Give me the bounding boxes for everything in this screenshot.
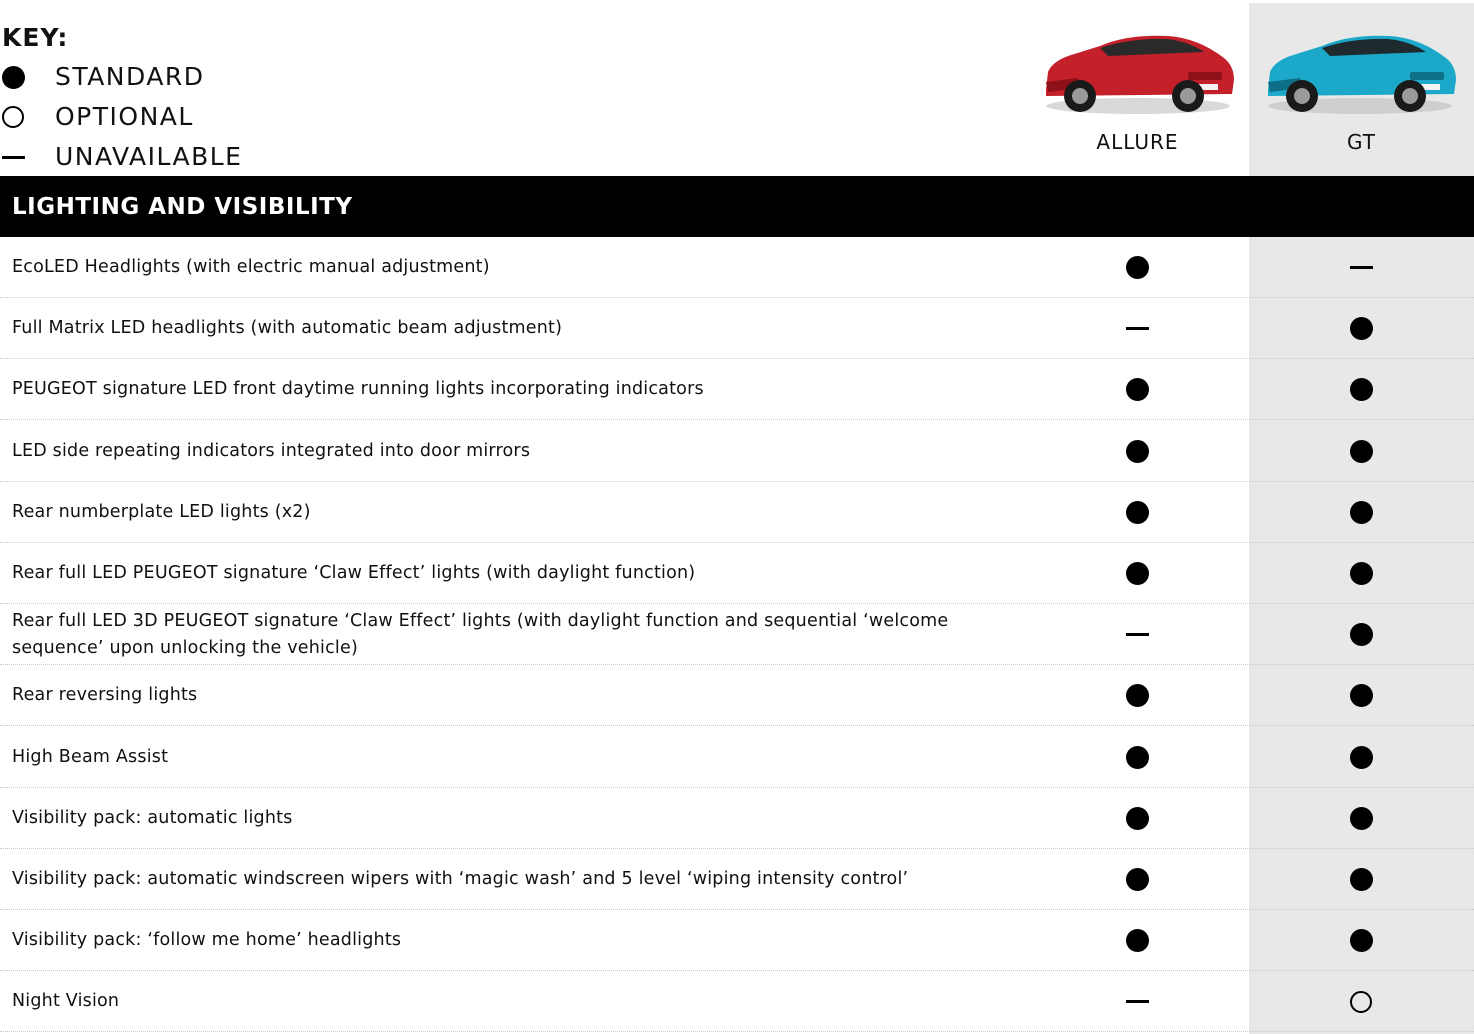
feature-label: PEUGEOT signature LED front daytime runn… xyxy=(12,379,704,400)
key-label: OPTIONAL xyxy=(55,102,194,131)
key-legend: KEY: xyxy=(2,24,68,52)
standard-dot-icon xyxy=(1125,378,1149,402)
table-row: Rear full LED 3D PEUGEOT signature ‘Claw… xyxy=(0,604,1474,666)
standard-dot-icon xyxy=(1125,745,1149,769)
standard-dot-icon xyxy=(2,65,25,89)
allure-availability-cell xyxy=(1117,604,1157,665)
standard-dot-icon xyxy=(1349,745,1373,769)
table-row: EcoLED Headlights (with electric manual … xyxy=(0,237,1474,298)
table-row: Rear numberplate LED lights (x2) xyxy=(0,482,1474,543)
unavailable-dash-icon xyxy=(1349,266,1373,269)
feature-label: Full Matrix LED headlights (with automat… xyxy=(12,318,563,339)
table-row: Rear full LED PEUGEOT signature ‘Claw Ef… xyxy=(0,543,1474,604)
gt-availability-cell xyxy=(1341,788,1381,849)
table-row: Rear reversing lights xyxy=(0,665,1474,727)
table-row: Visibility pack: automatic windscreen wi… xyxy=(0,849,1474,910)
gt-availability-cell xyxy=(1341,849,1381,910)
column-header-allure: ALLURE xyxy=(1096,130,1179,154)
gt-car-image xyxy=(1268,35,1456,114)
feature-label: Visibility pack: automatic windscreen wi… xyxy=(12,869,909,889)
allure-availability-cell xyxy=(1117,298,1157,359)
standard-dot-icon xyxy=(1349,500,1373,524)
column-header-gt: GT xyxy=(1346,130,1376,154)
gt-availability-cell xyxy=(1341,298,1381,359)
feature-label: Visibility pack: ‘follow me home’ headli… xyxy=(12,930,402,951)
standard-dot-icon xyxy=(1349,806,1373,830)
standard-dot-icon xyxy=(1125,868,1149,891)
standard-dot-icon xyxy=(1349,378,1373,402)
key-label: UNAVAILABLE xyxy=(55,142,243,171)
table-row: LED side repeating indicators integrated… xyxy=(0,421,1474,482)
allure-availability-cell xyxy=(1117,359,1157,420)
gt-availability-cell xyxy=(1341,421,1381,482)
section-title: LIGHTING AND VISIBILITY xyxy=(12,194,353,220)
standard-dot-icon xyxy=(1349,929,1373,953)
standard-dot-icon xyxy=(1349,439,1373,463)
feature-label: Rear reversing lights xyxy=(12,685,198,706)
section-header: LIGHTING AND VISIBILITY xyxy=(0,176,1474,237)
gt-availability-cell xyxy=(1341,482,1381,543)
standard-dot-icon xyxy=(1349,562,1373,585)
unavailable-dash-icon xyxy=(1125,327,1149,331)
gt-availability-cell xyxy=(1341,910,1381,971)
key-item-unavailable: UNAVAILABLE xyxy=(2,142,242,172)
standard-dot-icon xyxy=(1125,684,1149,708)
standard-dot-icon xyxy=(1349,623,1373,647)
gt-availability-cell xyxy=(1341,604,1381,665)
feature-label: Rear full LED 3D PEUGEOT signature ‘Claw… xyxy=(12,610,949,658)
table-row: PEUGEOT signature LED front daytime runn… xyxy=(0,359,1474,421)
key-item-standard: STANDARD xyxy=(2,62,205,92)
allure-availability-cell xyxy=(1117,543,1157,604)
allure-availability-cell xyxy=(1117,482,1157,543)
unavailable-dash-icon xyxy=(1125,1000,1149,1004)
table-row: Full Matrix LED headlights (with automat… xyxy=(0,298,1474,360)
allure-availability-cell xyxy=(1117,237,1157,298)
gt-availability-cell xyxy=(1341,359,1381,420)
optional-circle-icon xyxy=(1350,990,1372,1013)
key-title: KEY: xyxy=(2,23,69,52)
feature-label: Rear numberplate LED lights (x2) xyxy=(12,501,311,522)
feature-label: EcoLED Headlights (with electric manual … xyxy=(12,257,490,277)
table-row: Visibility pack: ‘follow me home’ headli… xyxy=(0,910,1474,972)
standard-dot-icon xyxy=(1125,500,1149,524)
optional-circle-icon xyxy=(2,106,24,128)
feature-label: High Beam Assist xyxy=(12,746,169,767)
standard-dot-icon xyxy=(1125,806,1149,830)
gt-availability-cell xyxy=(1341,665,1381,726)
unavailable-dash-icon xyxy=(1125,633,1149,637)
allure-availability-cell xyxy=(1117,849,1157,910)
standard-dot-icon xyxy=(1125,562,1149,585)
feature-label: Rear full LED PEUGEOT signature ‘Claw Ef… xyxy=(12,563,696,583)
table-row: Visibility pack: automatic lights xyxy=(0,788,1474,849)
allure-availability-cell xyxy=(1117,665,1157,726)
feature-label: Night Vision xyxy=(12,991,120,1012)
standard-dot-icon xyxy=(1125,439,1149,463)
feature-label: Visibility pack: automatic lights xyxy=(12,807,293,828)
gt-availability-cell xyxy=(1341,543,1381,604)
gt-availability-cell xyxy=(1341,727,1381,788)
feature-label: LED side repeating indicators integrated… xyxy=(12,440,531,461)
standard-dot-icon xyxy=(1125,256,1149,279)
allure-availability-cell xyxy=(1117,421,1157,482)
gt-availability-cell xyxy=(1341,971,1381,1032)
key-label: STANDARD xyxy=(55,62,205,91)
standard-dot-icon xyxy=(1349,684,1373,708)
gt-availability-cell xyxy=(1341,237,1381,298)
table-row: High Beam Assist xyxy=(0,727,1474,788)
standard-dot-icon xyxy=(1125,929,1149,953)
unavailable-dash-icon xyxy=(2,155,25,159)
allure-availability-cell xyxy=(1117,788,1157,849)
table-row: Night Vision xyxy=(0,971,1474,1033)
allure-availability-cell xyxy=(1117,971,1157,1032)
key-item-optional: OPTIONAL xyxy=(2,102,194,132)
standard-dot-icon xyxy=(1349,868,1373,891)
allure-car-image xyxy=(1046,35,1234,114)
standard-dot-icon xyxy=(1349,317,1373,341)
allure-availability-cell xyxy=(1117,727,1157,788)
allure-availability-cell xyxy=(1117,910,1157,971)
